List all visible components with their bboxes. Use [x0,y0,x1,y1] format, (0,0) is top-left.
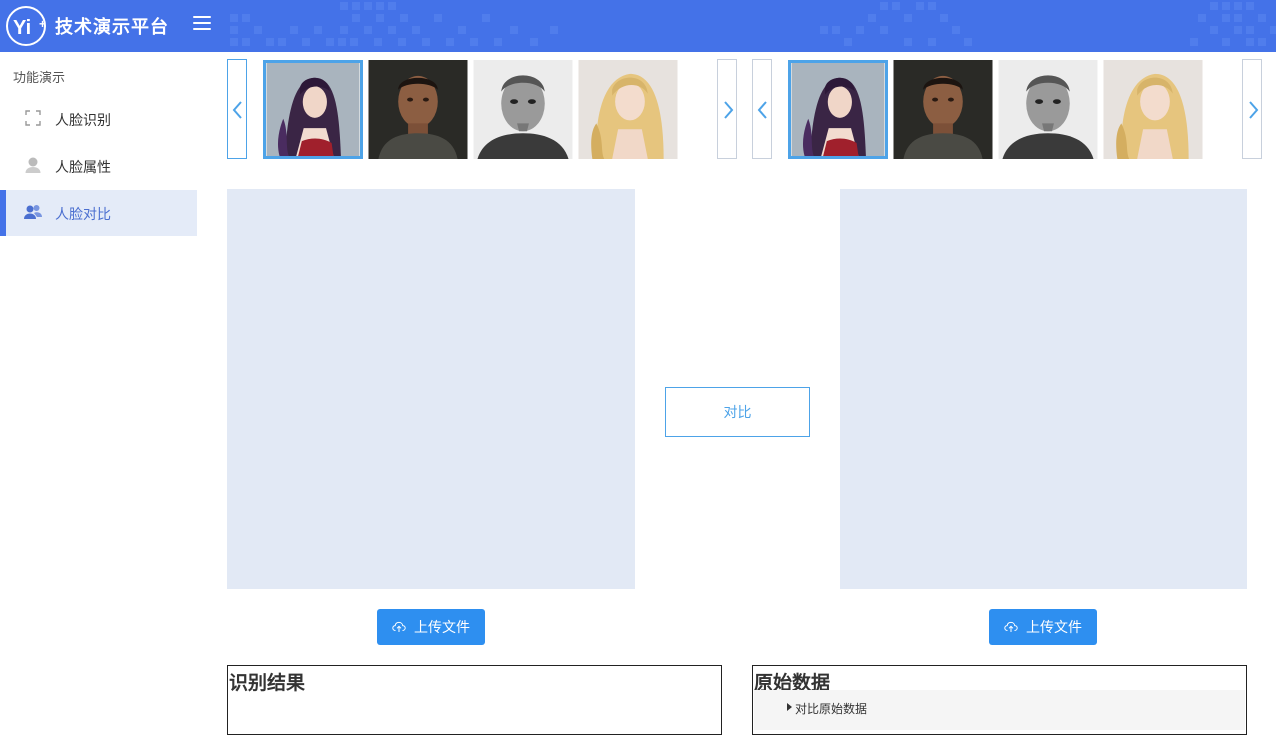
users-icon [24,205,42,219]
svg-text:+: + [39,17,46,31]
thumbnail-image[interactable] [893,60,993,159]
thumbnail-image[interactable] [368,60,468,159]
man-dark-skin-photo [368,60,468,159]
logo-icon[interactable]: Yi + [6,5,48,47]
man-grey-portrait-photo [998,60,1098,159]
upload-label: 上传文件 [414,620,470,636]
caret-right-icon [787,703,792,711]
sidebar-item-label: 人脸识别 [55,113,111,129]
raw-data-toggle-label: 对比原始数据 [795,702,868,716]
sidebar: 功能演示 人脸识别 人脸属性 人脸对比 [0,52,197,723]
man-dark-skin-photo [893,60,993,159]
upload-right-button[interactable]: 上传文件 [989,609,1097,645]
carousel-prev-button[interactable] [227,59,247,159]
hamburger-icon [193,16,211,18]
chevron-right-icon [724,101,734,119]
thumbnail-image[interactable] [263,60,363,159]
svg-text:Yi: Yi [13,17,31,39]
man-grey-portrait-photo [473,60,573,159]
cloud-upload-icon [392,621,406,632]
woman-dark-hair-photo [791,63,885,156]
chevron-left-icon [757,101,767,119]
recognition-result-title: 识别结果 [229,672,306,694]
raw-data-panel: 原始数据 对比原始数据 [752,665,1247,735]
thumbnail-image[interactable] [788,60,888,159]
sidebar-item-face-compare[interactable]: 人脸对比 [0,190,197,236]
carousel-prev-button[interactable] [752,59,772,159]
sidebar-item-face-recognition[interactable]: 人脸识别 [0,96,197,142]
face-scan-icon [25,110,41,126]
carousel-next-button[interactable] [717,59,737,159]
active-indicator [0,190,6,236]
upload-left-button[interactable]: 上传文件 [377,609,485,645]
top-header: Yi + 技术演示平台 [0,0,1276,52]
cloud-upload-icon [1004,621,1018,632]
menu-toggle-button[interactable] [193,16,211,34]
sidebar-item-face-attributes[interactable]: 人脸属性 [0,143,197,189]
left-image-preview [227,189,635,589]
person-icon [25,157,41,173]
carousel-next-button[interactable] [1242,59,1262,159]
carousel-left [227,59,738,159]
app-title: 技术演示平台 [55,17,169,38]
compare-button[interactable]: 对比 [665,387,810,437]
carousel-right [752,59,1263,159]
thumbnail-image[interactable] [998,60,1098,159]
thumbnail-image[interactable] [578,60,678,159]
header-decoration [230,2,1276,46]
chevron-right-icon [1249,101,1259,119]
right-image-preview [840,189,1247,589]
sidebar-heading: 功能演示 [13,71,66,86]
sidebar-item-label: 人脸属性 [55,160,111,176]
sidebar-item-label: 人脸对比 [55,207,111,223]
recognition-result-panel: 识别结果 [227,665,722,735]
woman-blonde-photo [1103,60,1203,159]
upload-label: 上传文件 [1026,620,1082,636]
thumbnail-image[interactable] [1103,60,1203,159]
woman-blonde-photo [578,60,678,159]
thumbnail-image[interactable] [473,60,573,159]
raw-data-toggle[interactable]: 对比原始数据 [754,690,1245,730]
woman-dark-hair-photo [266,63,360,156]
chevron-left-icon [232,101,242,119]
